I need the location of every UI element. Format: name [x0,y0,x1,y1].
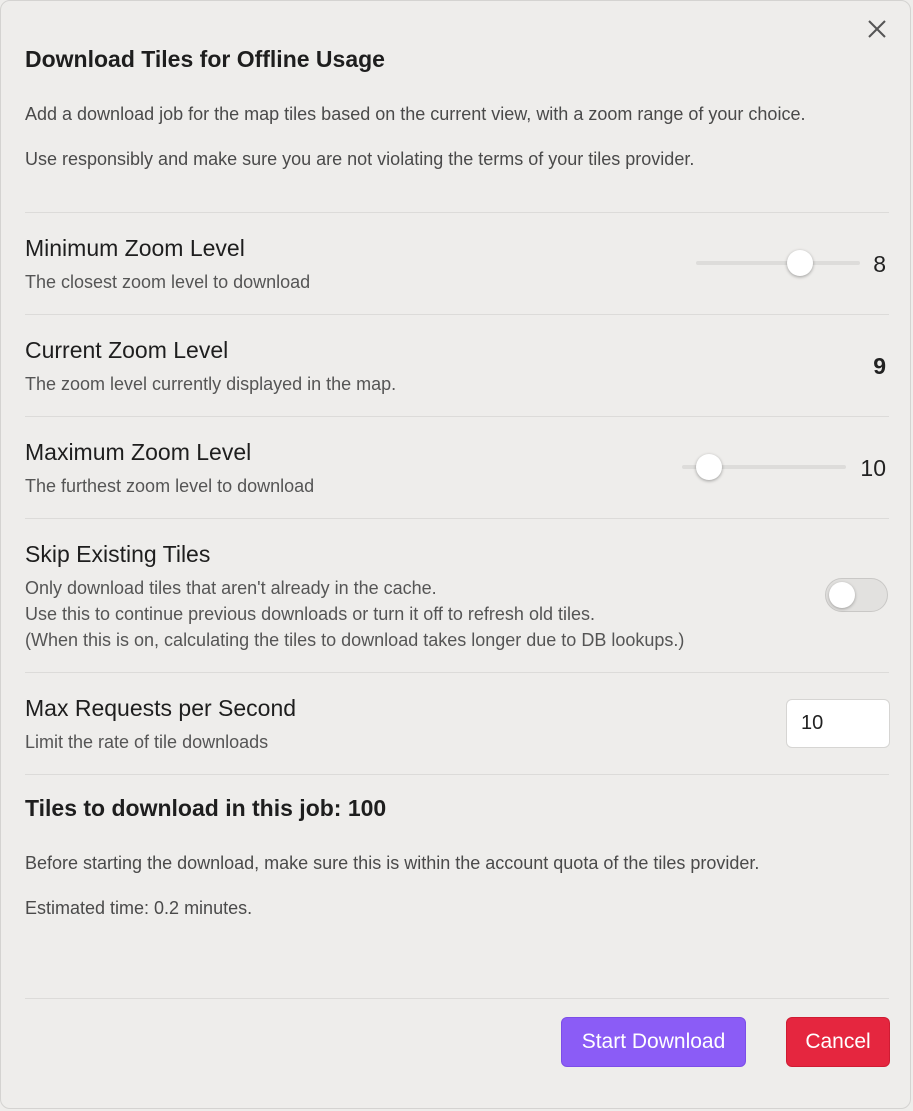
min-zoom-slider-thumb[interactable] [787,250,813,276]
cancel-button[interactable]: Cancel [786,1017,890,1067]
max-requests-name: Max Requests per Second [25,695,297,721]
divider [25,672,889,673]
close-button[interactable] [863,15,891,43]
dialog-description: Add a download job for the map tiles bas… [25,104,806,124]
divider [25,774,889,775]
current-zoom-name: Current Zoom Level [25,337,229,363]
max-zoom-desc: The furthest zoom level to download [25,476,315,496]
skip-existing-desc-2: Use this to continue previous downloads … [25,604,595,624]
estimated-time: Estimated time: 0.2 minutes. [25,898,253,918]
dialog-title: Download Tiles for Offline Usage [25,46,385,72]
min-zoom-name: Minimum Zoom Level [25,235,245,261]
toggle-knob [829,582,855,608]
skip-existing-desc-1: Only download tiles that aren't already … [25,578,437,598]
max-zoom-name: Maximum Zoom Level [25,439,252,465]
start-download-button[interactable]: Start Download [561,1017,746,1067]
skip-existing-desc-3: (When this is on, calculating the tiles … [25,630,685,650]
min-zoom-value: 8 [873,251,886,277]
min-zoom-desc: The closest zoom level to download [25,272,311,292]
skip-existing-toggle[interactable] [825,578,888,612]
skip-existing-name: Skip Existing Tiles [25,541,211,567]
divider [25,416,889,417]
current-zoom-desc: The zoom level currently displayed in th… [25,374,397,394]
dialog-warning: Use responsibly and make sure you are no… [25,149,695,169]
divider [25,518,889,519]
download-tiles-dialog: Download Tiles for Offline Usage Add a d… [0,0,911,1109]
quota-note: Before starting the download, make sure … [25,853,760,873]
max-zoom-value: 10 [860,455,886,481]
current-zoom-value: 9 [873,353,886,379]
max-zoom-slider-thumb[interactable] [696,454,722,480]
divider [25,212,889,213]
footer-divider [25,998,889,999]
close-icon [868,20,886,38]
min-zoom-slider-track[interactable] [696,261,860,265]
max-requests-input[interactable] [786,699,890,748]
tiles-count-heading: Tiles to download in this job: 100 [25,795,387,821]
divider [25,314,889,315]
max-requests-desc: Limit the rate of tile downloads [25,732,269,752]
